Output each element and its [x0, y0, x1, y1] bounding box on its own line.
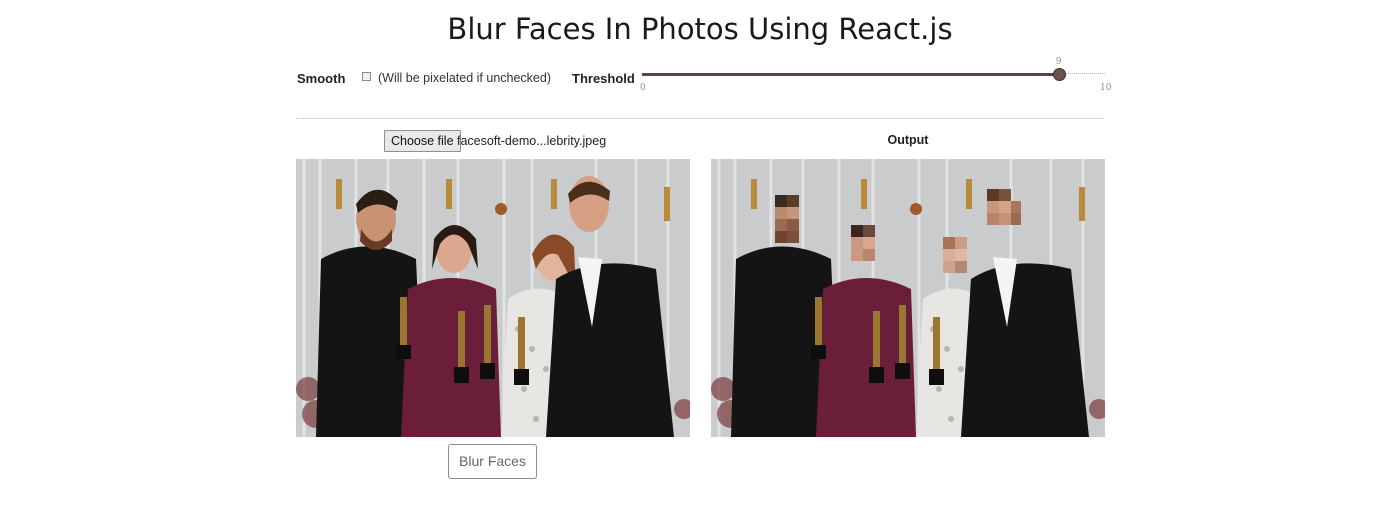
smooth-hint: (Will be pixelated if unchecked) — [378, 71, 551, 85]
slider-value: 9 — [1055, 57, 1062, 67]
controls-bar: Smooth (Will be pixelated if unchecked) … — [0, 57, 1400, 100]
choose-file-button[interactable]: Choose file — [384, 130, 461, 152]
output-photo — [711, 159, 1105, 437]
output-label: Output — [887, 133, 929, 147]
threshold-slider[interactable]: 9 0 10 — [640, 57, 1112, 100]
pixelated-face — [851, 225, 875, 261]
selected-file-name: facesoft-demo...lebrity.jpeg — [457, 134, 607, 148]
smooth-checkbox[interactable] — [362, 72, 371, 81]
slider-thumb[interactable] — [1052, 68, 1066, 81]
blur-faces-button[interactable]: Blur Faces — [448, 444, 537, 479]
pixelated-face — [775, 195, 799, 243]
page-title: Blur Faces In Photos Using React.js — [447, 12, 953, 46]
section-divider — [296, 118, 1104, 119]
smooth-label: Smooth — [297, 71, 346, 86]
slider-fill — [642, 73, 1059, 76]
slider-max-label: 10 — [1100, 83, 1112, 93]
threshold-label: Threshold — [572, 71, 635, 86]
input-photo — [296, 159, 690, 437]
slider-min-label: 0 — [640, 83, 646, 93]
pixelated-face — [943, 237, 967, 273]
